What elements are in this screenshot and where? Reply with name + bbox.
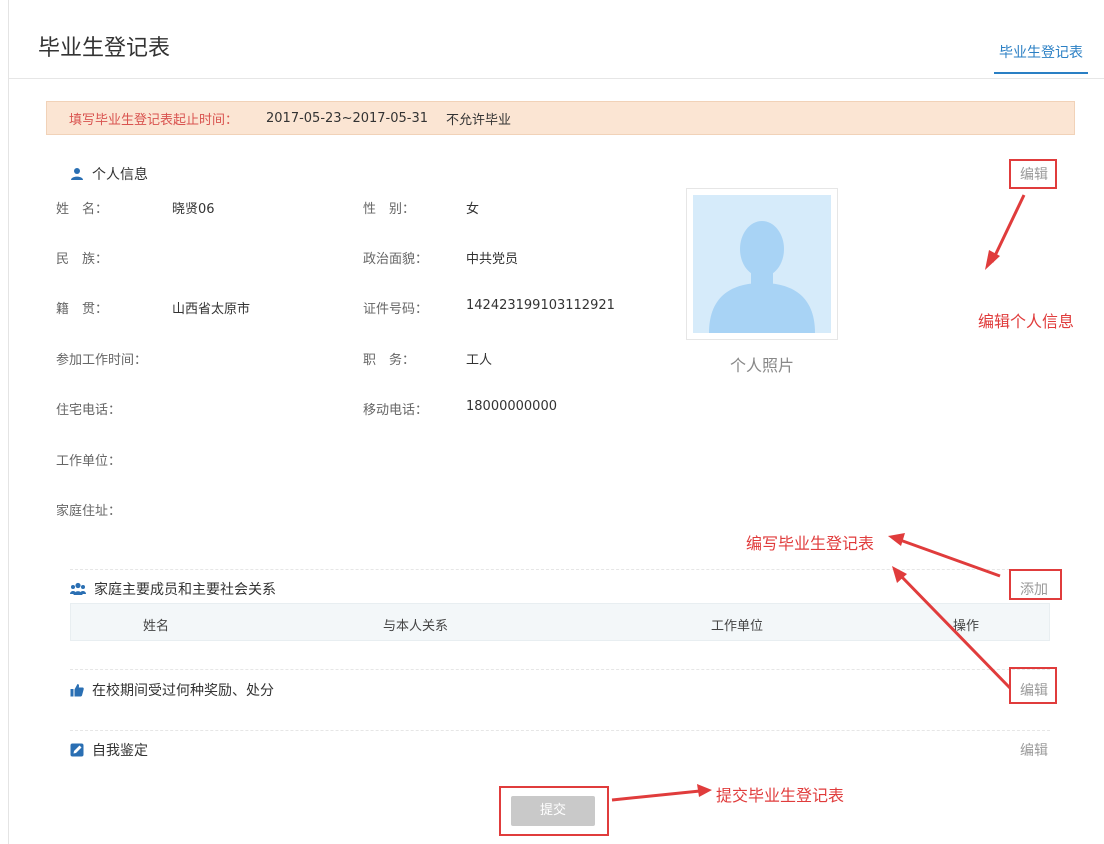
column-header: 工作单位 [711, 619, 764, 634]
politics-label: 政治面貌： [363, 252, 429, 267]
self-eval-title: 自我鉴定 [92, 743, 148, 759]
name-label: 姓 名： [56, 202, 109, 217]
divider [70, 730, 1050, 731]
family-heading: 家庭主要成员和主要社会关系 [70, 579, 276, 599]
id-value: 142423199103112921 [466, 298, 615, 313]
awards-title: 在校期间受过何种奖励、处分 [92, 683, 274, 699]
origin-label: 籍 贯： [56, 302, 109, 317]
name-value: 晓贤06 [172, 202, 215, 217]
left-border [8, 0, 9, 844]
highlight-submit [499, 786, 609, 836]
personal-info-title: 个人信息 [92, 167, 148, 183]
page-title: 毕业生登记表 [38, 36, 171, 61]
edit-icon [70, 743, 84, 757]
edit-self-eval-button[interactable]: 编辑 [1020, 740, 1048, 760]
notice-label: 填写毕业生登记表起止时间： [69, 112, 239, 128]
ethnicity-label: 民 族： [56, 252, 109, 267]
column-header: 姓名 [143, 619, 170, 634]
annotation-submit-form: 提交毕业生登记表 [716, 786, 845, 805]
annotation-edit-personal: 编辑个人信息 [978, 312, 1075, 331]
divider [70, 669, 1050, 670]
highlight-edit-personal [1009, 159, 1057, 189]
arrow-to-submit [611, 784, 712, 802]
highlight-edit-awards [1009, 667, 1057, 704]
header-divider [9, 78, 1104, 79]
divider [70, 569, 1050, 570]
family-table-header: 姓名 与本人关系 工作单位 操作 [70, 603, 1050, 641]
person-silhouette-icon [709, 221, 815, 333]
highlight-add-family [1009, 569, 1062, 600]
mobile-label: 移动电话： [363, 403, 429, 418]
home-phone-label: 住宅电话： [56, 403, 122, 418]
work-start-label: 参加工作时间： [56, 353, 148, 368]
users-icon [70, 582, 86, 595]
user-icon [71, 168, 83, 180]
column-header: 操作 [953, 619, 980, 634]
mobile-value: 18000000000 [466, 399, 557, 414]
avatar-placeholder [693, 195, 831, 333]
notice-status: 不允许毕业 [446, 112, 512, 128]
photo-caption: 个人照片 [729, 356, 794, 375]
id-label: 证件号码： [363, 302, 429, 317]
family-title: 家庭主要成员和主要社会关系 [94, 582, 276, 598]
awards-heading: 在校期间受过何种奖励、处分 [70, 680, 274, 700]
notice-dates: 2017-05-23~2017-05-31 [266, 110, 429, 126]
gender-label: 性 别： [363, 202, 416, 217]
column-header: 与本人关系 [383, 619, 449, 634]
gender-value: 女 [466, 202, 480, 217]
origin-value: 山西省太原市 [172, 302, 251, 317]
personal-photo[interactable] [686, 188, 838, 340]
page: 毕业生登记表 毕业生登记表 填写毕业生登记表起止时间： 2017-05-23~2… [0, 0, 1104, 844]
arrow-to-edit-personal [985, 194, 1026, 270]
deadline-notice: 填写毕业生登记表起止时间： 2017-05-23~2017-05-31 不允许毕… [46, 101, 1075, 135]
self-eval-heading: 自我鉴定 [70, 740, 148, 760]
annotation-fill-form: 编写毕业生登记表 [746, 534, 875, 553]
politics-value: 中共党员 [466, 252, 519, 267]
position-label: 职 务： [363, 353, 416, 368]
personal-info-heading: 个人信息 [70, 164, 148, 184]
tab-graduate-form[interactable]: 毕业生登记表 [994, 42, 1088, 74]
employer-label: 工作单位： [56, 454, 122, 469]
address-label: 家庭住址： [56, 504, 122, 519]
position-value: 工人 [466, 353, 493, 368]
thumbs-up-icon [70, 684, 84, 697]
